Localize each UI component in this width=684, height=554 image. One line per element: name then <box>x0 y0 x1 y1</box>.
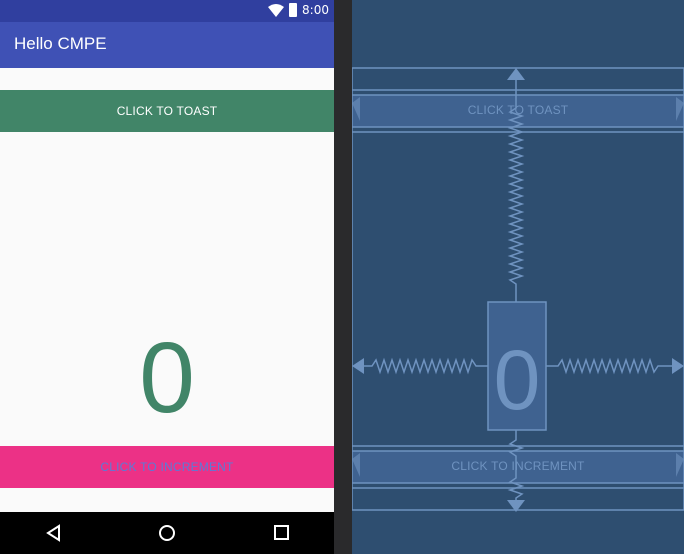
app-title: Hello CMPE <box>14 34 107 53</box>
device-preview: 8:00 Hello CMPE CLICK TO TOAST 0 CLICK T… <box>0 0 334 554</box>
right-constraint-spring <box>546 357 674 375</box>
status-bar: 8:00 <box>0 0 334 22</box>
status-time: 8:00 <box>302 3 329 17</box>
recents-icon[interactable] <box>271 522 293 544</box>
navigation-bar <box>0 512 334 554</box>
battery-icon <box>289 3 297 17</box>
left-constraint-spring <box>362 357 488 375</box>
wifi-icon <box>268 4 284 17</box>
blueprint-toast-label: CLICK TO TOAST <box>467 103 569 117</box>
blueprint-container-outline <box>352 67 684 511</box>
blueprint-view: CLICK TO TOAST CLICK TO INCREMENT 0 <box>352 0 684 554</box>
app-bar: Hello CMPE <box>0 22 334 68</box>
left-arrow-icon <box>352 358 364 374</box>
top-arrow-icon <box>507 68 525 80</box>
blueprint-counter-text: 0 <box>493 333 541 427</box>
home-icon[interactable] <box>156 522 178 544</box>
counter-text: 0 <box>139 322 195 434</box>
back-icon[interactable] <box>43 522 65 544</box>
panel-divider <box>334 0 352 554</box>
right-arrow-icon <box>672 358 684 374</box>
toast-button[interactable]: CLICK TO TOAST <box>0 90 334 132</box>
increment-button[interactable]: CLICK TO INCREMENT <box>0 446 334 488</box>
blueprint-increment-label: CLICK TO INCREMENT <box>451 459 585 473</box>
